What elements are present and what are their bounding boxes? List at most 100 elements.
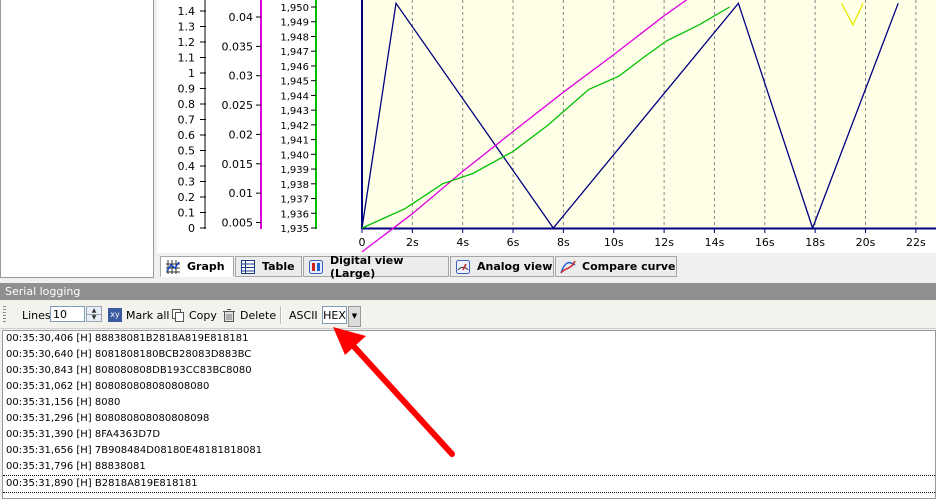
- log-line: 00:35:30,406 [H] 88838081B2818A819E81818…: [6, 333, 249, 344]
- left-side-panel: [0, 0, 154, 278]
- log-line: 00:35:31,296 [H] 808080808080808098: [6, 413, 210, 424]
- y-axis-2-tick-label: 0.03: [229, 70, 254, 83]
- y-axis-2-tick-label: 0.01: [229, 187, 254, 200]
- tab-digital-view-large[interactable]: Digital view (Large): [303, 253, 449, 280]
- y-axis-1-tick-label: 0.9: [178, 83, 196, 96]
- y-axis-1-tick-label: 0.1: [178, 207, 196, 220]
- chevron-down-icon[interactable]: ▼: [348, 306, 361, 327]
- serial-log-list[interactable]: 00:35:30,406 [H] 88838081B2818A819E81818…: [2, 330, 936, 499]
- y-axis-1-tick-label: 1.4: [178, 5, 196, 18]
- tab-label-table: Table: [262, 260, 295, 273]
- x-axis-tick-label: 12s: [654, 236, 674, 249]
- x-axis-tick-label: 14s: [705, 236, 725, 249]
- log-line: 00:35:30,843 [H] 808080808DB193CC83BC808…: [6, 365, 252, 376]
- y-axis-2-tick-label: 0.015: [222, 158, 254, 171]
- y-axis-3-tick-label: 1,942: [280, 121, 309, 132]
- tab-compare-curve[interactable]: Compare curve: [555, 256, 677, 277]
- copy-label: Copy: [189, 308, 217, 322]
- y-axis-3-tick-label: 1,946: [280, 62, 309, 73]
- y-axis-3-tick-label: 1,940: [280, 150, 309, 161]
- compare-curve-icon: [560, 259, 576, 275]
- y-axis-1-tick-label: 0.2: [178, 191, 196, 204]
- table-icon: [240, 259, 256, 275]
- x-axis-tick-label: 8s: [557, 236, 570, 249]
- y-axis-1-tick-label: 0.6: [178, 129, 196, 142]
- copy-button[interactable]: Copy: [171, 306, 217, 324]
- y-axis-3-tick-label: 1,949: [280, 18, 309, 29]
- serial-logging-header: Serial logging: [0, 283, 936, 300]
- y-axis-3-tick-label: 1,936: [280, 209, 309, 220]
- plot-background: [362, 0, 936, 228]
- y-axis-3-tick-label: 1,947: [280, 47, 309, 58]
- x-axis-tick-label: 22s: [906, 236, 926, 249]
- log-line-selected: 00:35:31,890 [H] B2818A819E818181: [3, 475, 935, 493]
- y-axis-1-tick-label: 0.4: [178, 160, 196, 173]
- tab-label-digital-view: Digital view (Large): [330, 253, 404, 280]
- trash-icon: [222, 308, 236, 322]
- y-axis-2-tick-label: 0.025: [222, 99, 254, 112]
- tab-label-compare-curve: Compare curve: [582, 260, 676, 273]
- log-line: 00:35:31,796 [H] 88838081: [6, 461, 146, 472]
- mark-all-label: Mark all: [126, 308, 170, 322]
- y-axis-3-tick-label: 1,945: [280, 77, 309, 88]
- y-axis-1-tick-label: 0.8: [178, 98, 196, 111]
- y-axis-2-tick-label: 0.035: [222, 40, 254, 53]
- log-line: 00:35:31,156 [H] 8080: [6, 397, 121, 408]
- x-axis-tick-label: 6s: [507, 236, 520, 249]
- lines-input[interactable]: [50, 306, 85, 322]
- y-axis-2-tick-label: 0.02: [229, 128, 254, 141]
- y-axis-3-tick-label: 1,948: [280, 32, 309, 43]
- tab-table[interactable]: Table: [235, 256, 302, 277]
- lines-label: Lines: [22, 309, 51, 322]
- y-axis-1-tick-label: 0.3: [178, 176, 196, 189]
- graph-icon: [165, 259, 181, 275]
- log-line: 00:35:31,062 [H] 808080808080808080: [6, 381, 210, 392]
- log-line: 00:35:31,390 [H] 8FA4363D7D: [6, 429, 161, 440]
- hex-button[interactable]: HEX: [322, 306, 347, 324]
- y-axis-3-tick-label: 1,944: [280, 91, 309, 102]
- y-axis-3-tick-label: 1,935: [280, 224, 309, 235]
- spin-down-icon[interactable]: ▼: [87, 314, 101, 321]
- x-axis-tick-label: 4s: [456, 236, 469, 249]
- log-line: 00:35:31,656 [H] 7B908484D08180E48181818…: [6, 445, 263, 456]
- lines-spinner[interactable]: ▲ ▼: [86, 306, 102, 322]
- graph-panel[interactable]: 1.4 1.3 1.2 1.1 1 0.9 0.8 0.7 0.6 0.5 0.4 0.3 0.2 0.1…: [157, 0, 936, 253]
- y-axis-2-tick-label: 0.005: [222, 217, 254, 230]
- y-axis-1-tick-label: 1.2: [178, 36, 196, 49]
- copy-icon: [171, 308, 185, 322]
- analog-view-icon: [455, 259, 471, 275]
- y-axis-1-tick-label: 0: [188, 222, 195, 235]
- y-axis-3-tick-label: 1,939: [280, 165, 309, 176]
- y-axis-1-tick-label: 1.1: [178, 52, 196, 65]
- line-chart[interactable]: 1.4 1.3 1.2 1.1 1 0.9 0.8 0.7 0.6 0.5 0.4 0.3 0.2 0.1…: [157, 0, 936, 253]
- x-axis-tick-label: 0: [359, 236, 366, 249]
- y-axis-3-tick-label: 1,941: [280, 136, 309, 147]
- toolbar-grip-handle[interactable]: [3, 306, 6, 323]
- y-axis-1-tick-label: 1.3: [178, 21, 196, 34]
- delete-label: Delete: [240, 308, 277, 322]
- view-tabs: Graph Table Digital view (Large) Analog …: [157, 253, 936, 280]
- delete-button[interactable]: Delete: [222, 306, 276, 324]
- y-axis-3-tick-label: 1,943: [280, 106, 309, 117]
- tab-label-graph: Graph: [187, 260, 225, 273]
- y-axis-3-tick-label: 1,937: [280, 195, 309, 206]
- mark-all-icon: xy: [108, 308, 122, 322]
- toolbar-divider: [280, 306, 282, 324]
- x-axis-tick-label: 10s: [604, 236, 624, 249]
- y-axis-3-tick-label: 1,950: [280, 3, 309, 14]
- tab-label-analog-view: Analog view: [477, 260, 553, 273]
- ascii-button[interactable]: ASCII: [289, 309, 318, 322]
- digital-view-icon: [308, 259, 324, 275]
- x-axis-tick-label: 18s: [805, 236, 825, 249]
- y-axis-2-tick-label: 0.04: [229, 11, 254, 24]
- mark-all-button[interactable]: xy Mark all: [108, 306, 169, 324]
- x-axis-tick-label: 2s: [406, 236, 419, 249]
- y-axis-1-tick-label: 0.5: [178, 145, 196, 158]
- x-axis-tick-label: 16s: [755, 236, 775, 249]
- x-axis-tick-label: 20s: [856, 236, 876, 249]
- y-axis-1-tick-label: 1: [188, 67, 195, 80]
- y-axis-3-tick-label: 1,938: [280, 180, 309, 191]
- log-line: 00:35:30,640 [H] 8081808180BCB28083D883B…: [6, 349, 252, 360]
- tab-analog-view[interactable]: Analog view: [450, 256, 554, 277]
- tab-graph[interactable]: Graph: [160, 256, 234, 277]
